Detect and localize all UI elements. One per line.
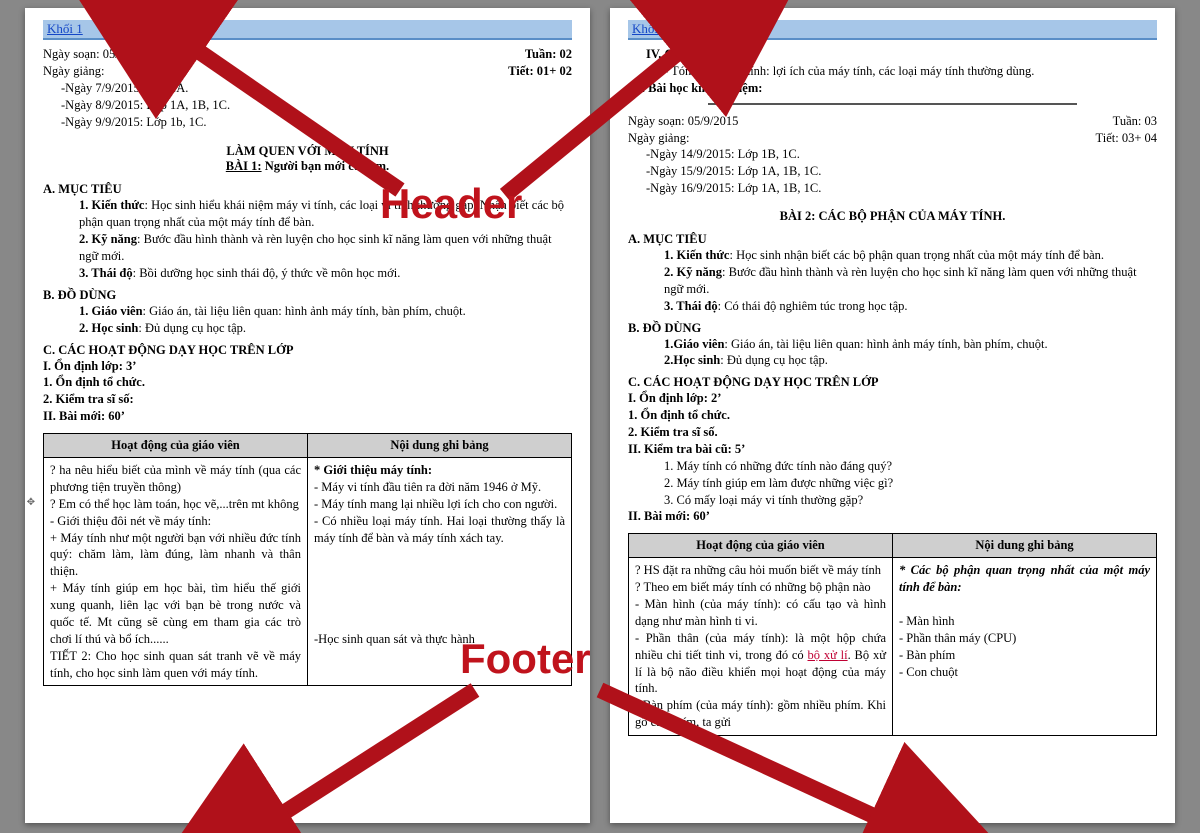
td-board-2: * Các bộ phận quan trọng nhất của một má… xyxy=(893,558,1157,736)
C-2-2: 2. Kiểm tra sĩ số. xyxy=(628,424,1157,441)
th-teacher: Hoạt động của giáo viên xyxy=(44,434,308,458)
red-term-link[interactable]: bộ xử lí xyxy=(808,648,848,662)
section-divider xyxy=(708,103,1077,105)
A1-2: 1. Kiến thức: Học sinh nhận biết các bộ … xyxy=(628,247,1157,264)
IV: IV. Củng cố: 5’ xyxy=(628,46,1157,63)
th-board: Nội dung ghi bảng xyxy=(308,434,572,458)
header-text-link-2[interactable]: Khối 1 xyxy=(632,21,668,37)
day-1: -Ngày 7/9/2015: Lớp 1A. xyxy=(43,80,572,97)
period-label: Tiết: 01+ 02 xyxy=(508,63,572,80)
B2-2: 2.Học sinh: Đủ dụng cụ học tập. xyxy=(628,352,1157,369)
th-teacher-2: Hoạt động của giáo viên xyxy=(629,534,893,558)
B2: 2. Học sinh: Đủ dụng cụ học tập. xyxy=(43,320,572,337)
lesson-title-2: BÀI 2: CÁC BỘ PHẬN CỦA MÁY TÍNH. xyxy=(628,209,1157,224)
A1: 1. Kiến thức: Học sinh hiểu khái niệm má… xyxy=(43,197,572,231)
IV-line: - Tóm tắt lại ý chính: lợi ích của máy t… xyxy=(628,63,1157,80)
lesson-group-title: LÀM QUEN VỚI MÁY TÍNH xyxy=(43,144,572,159)
th-board-2: Nội dung ghi bảng xyxy=(893,534,1157,558)
q1: 1. Máy tính có những đức tính nào đáng q… xyxy=(628,458,1157,475)
teach-date: Ngày giảng: xyxy=(43,63,104,80)
document-two-page-view: ✥ Khối 1 Ngày soạn: 05/9/2015 Tuần: 02 N… xyxy=(0,0,1200,831)
page-1: ✥ Khối 1 Ngày soạn: 05/9/2015 Tuần: 02 N… xyxy=(25,8,590,823)
C-1-2: 1. Ổn định tổ chức. xyxy=(628,407,1157,424)
week-label: Tuần: 02 xyxy=(525,46,572,63)
C-1: 1. Ổn định tổ chức. xyxy=(43,374,572,391)
td-board: * Giới thiệu máy tính: - Máy vi tính đầu… xyxy=(308,458,572,686)
date-compose-2: Ngày soạn: 05/9/2015 xyxy=(628,113,738,130)
page-header-2[interactable]: Khối 1 xyxy=(628,20,1157,40)
section-A-2: A. MỤC TIÊU xyxy=(628,232,1157,247)
table-anchor-icon: ✥ xyxy=(27,494,35,509)
VI: VI. Bài học kinh nghiệm: xyxy=(628,80,1157,97)
section-C-2: C. CÁC HOẠT ĐỘNG DẠY HỌC TRÊN LỚP xyxy=(628,375,1157,390)
C-III-2: II. Bài mới: 60’ xyxy=(628,508,1157,525)
q2: 2. Máy tính giúp em làm được những việc … xyxy=(628,475,1157,492)
page-2: Khối 1 IV. Củng cố: 5’ - Tóm tắt lại ý c… xyxy=(610,8,1175,823)
day-3: -Ngày 9/9/2015: Lớp 1b, 1C. xyxy=(43,114,572,131)
A3: 3. Thái độ: Bồi dưỡng học sinh thái độ, … xyxy=(43,265,572,282)
day2-3: -Ngày 16/9/2015: Lớp 1A, 1B, 1C. xyxy=(628,180,1157,197)
activity-table-1: Hoạt động của giáo viên Nội dung ghi bản… xyxy=(43,433,572,686)
section-A: A. MỤC TIÊU xyxy=(43,182,572,197)
A2: 2. Kỹ năng: Bước đầu hình thành và rèn l… xyxy=(43,231,572,265)
C-I: I. Ổn định lớp: 3’ xyxy=(43,358,572,375)
A3-2: 3. Thái độ: Có thái độ nghiêm túc trong … xyxy=(628,298,1157,315)
B1-2: 1.Giáo viên: Giáo án, tài liệu liên quan… xyxy=(628,336,1157,353)
td-teacher-2: ? HS đặt ra những câu hỏi muốn biết về m… xyxy=(629,558,893,736)
teach-date-2: Ngày giảng: xyxy=(628,130,689,147)
date-compose: Ngày soạn: 05/9/2015 xyxy=(43,46,153,63)
C-I-2: I. Ổn định lớp: 2’ xyxy=(628,390,1157,407)
page-header-1[interactable]: Khối 1 xyxy=(43,20,572,40)
day2-1: -Ngày 14/9/2015: Lớp 1B, 1C. xyxy=(628,146,1157,163)
C-II: II. Bài mới: 60’ xyxy=(43,408,572,425)
period-label-2: Tiết: 03+ 04 xyxy=(1096,130,1157,147)
day2-2: -Ngày 15/9/2015: Lớp 1A, 1B, 1C. xyxy=(628,163,1157,180)
q3: 3. Có mấy loại máy vi tính thường gặp? xyxy=(628,492,1157,509)
section-C: C. CÁC HOẠT ĐỘNG DẠY HỌC TRÊN LỚP xyxy=(43,343,572,358)
section-B-2: B. ĐỒ DÙNG xyxy=(628,321,1157,336)
C-II-2: II. Kiểm tra bài cũ: 5’ xyxy=(628,441,1157,458)
C-2: 2. Kiểm tra sĩ số: xyxy=(43,391,572,408)
lesson-title: BÀI 1: Người bạn mới của em. xyxy=(43,159,572,174)
B1: 1. Giáo viên: Giáo án, tài liệu liên qua… xyxy=(43,303,572,320)
week-label-2: Tuần: 03 xyxy=(1113,113,1157,130)
section-B: B. ĐỒ DÙNG xyxy=(43,288,572,303)
activity-table-2: Hoạt động của giáo viên Nội dung ghi bản… xyxy=(628,533,1157,736)
day-2: -Ngày 8/9/2015: Lớp 1A, 1B, 1C. xyxy=(43,97,572,114)
header-text-link[interactable]: Khối 1 xyxy=(47,21,83,37)
A2-2: 2. Kỹ năng: Bước đầu hình thành và rèn l… xyxy=(628,264,1157,298)
td-teacher: ? ha nêu hiểu biết của mình về máy tính … xyxy=(44,458,308,686)
